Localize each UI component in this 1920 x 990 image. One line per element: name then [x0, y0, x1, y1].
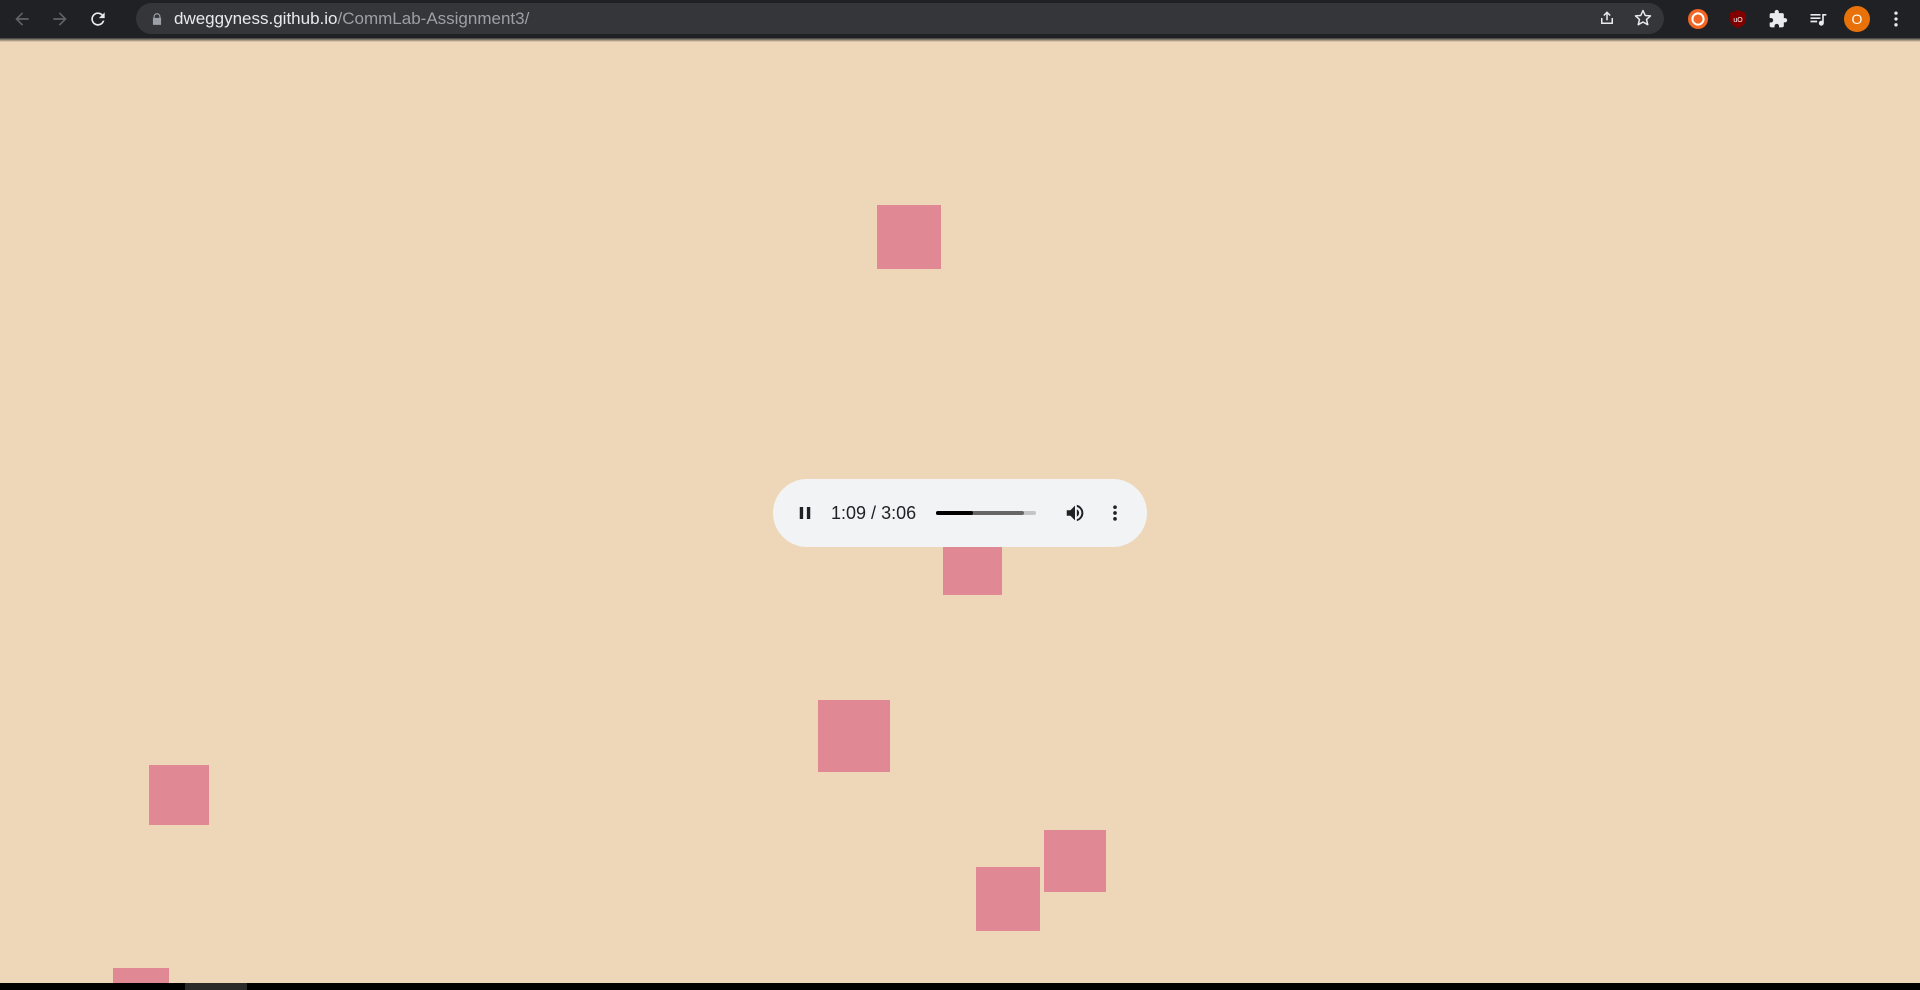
volume-icon: [1066, 504, 1084, 522]
more-options-button[interactable]: [1103, 501, 1127, 525]
seek-slider[interactable]: [936, 511, 1036, 515]
browser-toolbar: dweggyness.github.io/CommLab-Assignment3…: [0, 0, 1920, 38]
arrow-right-icon: [53, 12, 67, 26]
scrollbar-thumb[interactable]: [185, 983, 247, 990]
reload-icon: [91, 12, 105, 26]
falling-square: [877, 205, 941, 269]
pause-button[interactable]: [793, 501, 817, 525]
lifebuoy-extension-icon[interactable]: [1684, 5, 1712, 33]
current-time: 1:09: [831, 503, 867, 523]
url-text: dweggyness.github.io/CommLab-Assignment3…: [174, 9, 529, 29]
toolbar-shadow: [0, 38, 1920, 42]
reload-button[interactable]: [82, 3, 114, 35]
address-bar[interactable]: dweggyness.github.io/CommLab-Assignment3…: [136, 3, 1664, 34]
falling-square: [818, 700, 890, 772]
arrow-left-icon: [15, 12, 29, 26]
share-icon[interactable]: [1596, 7, 1618, 29]
more-vertical-icon: [1113, 505, 1117, 521]
omnibox-actions: [1596, 7, 1654, 29]
mute-button[interactable]: [1063, 501, 1087, 525]
kebab-menu-icon[interactable]: [1882, 5, 1910, 33]
star-icon[interactable]: [1632, 7, 1654, 29]
horizontal-scrollbar[interactable]: [0, 983, 1920, 990]
falling-square: [976, 867, 1040, 931]
media-playlist-icon[interactable]: [1804, 5, 1832, 33]
pause-icon: [799, 507, 811, 519]
lock-icon[interactable]: [150, 12, 164, 26]
audio-player: 1:09 / 3:06: [773, 479, 1147, 547]
svg-text:uO: uO: [1733, 17, 1743, 24]
played-range: [936, 511, 973, 515]
url-host: dweggyness.github.io: [174, 8, 338, 28]
extensions-area: uO O: [1684, 5, 1910, 33]
falling-square: [1044, 830, 1106, 892]
duration: 3:06: [881, 503, 917, 523]
time-display: 1:09 / 3:06: [831, 503, 916, 524]
back-button[interactable]: [6, 3, 38, 35]
ublock-extension-icon[interactable]: uO: [1724, 5, 1752, 33]
puzzle-icon[interactable]: [1764, 5, 1792, 33]
forward-button[interactable]: [44, 3, 76, 35]
time-separator: /: [866, 503, 882, 523]
falling-square: [149, 765, 209, 825]
url-path: /CommLab-Assignment3/: [337, 8, 530, 28]
profile-avatar[interactable]: O: [1844, 6, 1870, 32]
